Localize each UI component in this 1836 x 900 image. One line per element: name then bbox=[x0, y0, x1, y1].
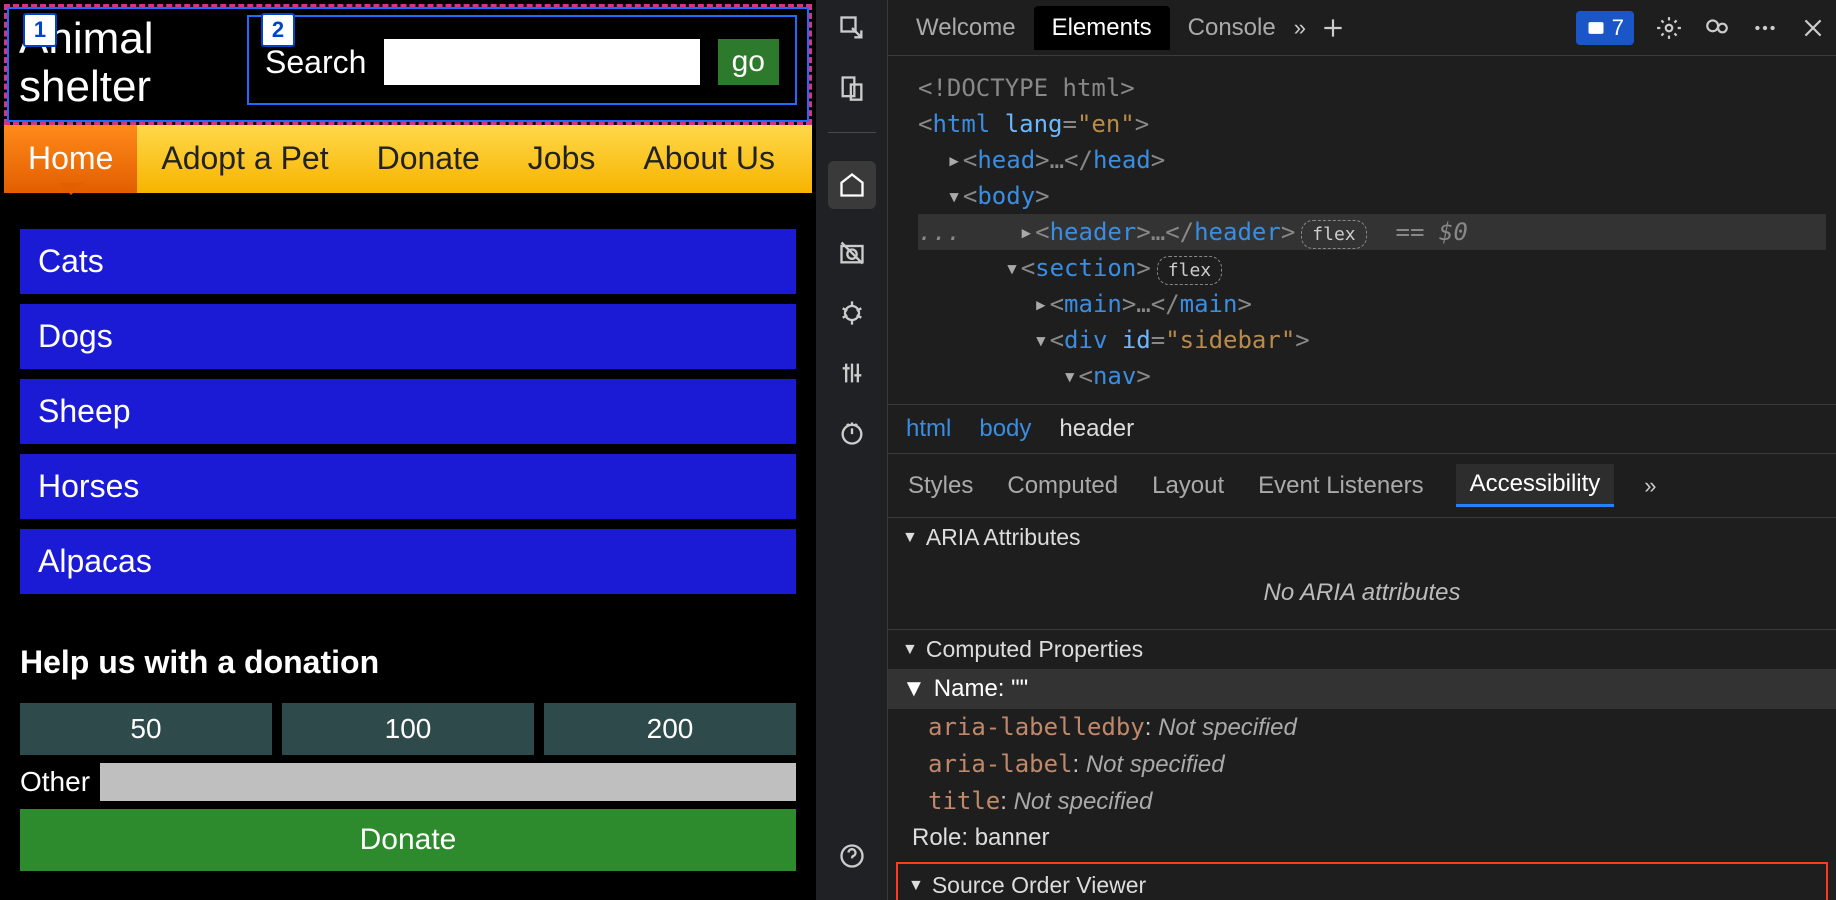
crumb-header[interactable]: header bbox=[1059, 415, 1134, 443]
search-label: Search bbox=[265, 44, 366, 81]
header-inner: Animal shelter Search go bbox=[7, 7, 809, 122]
prop-aria-labelledby: aria-labelledby: Not specified bbox=[888, 709, 1836, 746]
search-form: Search go bbox=[247, 15, 797, 105]
nav-adopt[interactable]: Adopt a Pet bbox=[137, 125, 352, 193]
search-input[interactable] bbox=[384, 39, 699, 85]
feedback-icon[interactable] bbox=[1704, 15, 1730, 41]
accessibility-panel: ▼ARIA Attributes No ARIA attributes ▼Com… bbox=[888, 518, 1836, 900]
aria-empty-text: No ARIA attributes bbox=[888, 557, 1836, 630]
source-order-viewer-highlight: ▼Source Order Viewer ✓ Show source order bbox=[896, 862, 1828, 900]
side-panel-tabs: Styles Computed Layout Event Listeners A… bbox=[888, 454, 1836, 518]
device-emulation-icon[interactable] bbox=[836, 72, 868, 104]
donation-other-label: Other bbox=[20, 766, 90, 798]
source-order-badge-1: 1 bbox=[23, 13, 57, 47]
inspect-icon[interactable] bbox=[836, 12, 868, 44]
list-item[interactable]: Cats bbox=[20, 229, 796, 294]
donation-other-input[interactable] bbox=[100, 763, 796, 801]
performance-icon[interactable] bbox=[836, 417, 868, 449]
more-icon[interactable] bbox=[1752, 15, 1778, 41]
dom-tree[interactable]: <!DOCTYPE html> <html lang="en"> ▸<head>… bbox=[888, 56, 1836, 405]
donate-button[interactable]: Donate bbox=[20, 809, 796, 871]
tab-computed[interactable]: Computed bbox=[1005, 466, 1120, 506]
dom-breadcrumb: html body header bbox=[888, 405, 1836, 454]
nav-jobs[interactable]: Jobs bbox=[504, 125, 620, 193]
rendered-page: 1 2 Animal shelter Search go Home Adopt … bbox=[0, 0, 816, 900]
devtools-activity-bar bbox=[816, 0, 888, 900]
list-item[interactable]: Horses bbox=[20, 454, 796, 519]
donation-amount-row: 50 100 200 bbox=[20, 703, 796, 755]
page-header-highlight: 1 2 Animal shelter Search go bbox=[4, 4, 812, 125]
nav-donate[interactable]: Donate bbox=[353, 125, 504, 193]
devtools-tabs: Welcome Elements Console » 7 bbox=[888, 0, 1836, 56]
more-tabs-icon[interactable]: » bbox=[1294, 15, 1306, 41]
separator bbox=[828, 132, 876, 133]
computed-name-row[interactable]: ▼Name: "" bbox=[888, 669, 1836, 709]
tab-elements[interactable]: Elements bbox=[1034, 6, 1170, 50]
prop-title: title: Not specified bbox=[888, 783, 1836, 820]
crumb-body[interactable]: body bbox=[979, 415, 1031, 443]
donation-heading: Help us with a donation bbox=[20, 644, 796, 681]
donation-other-row: Other bbox=[20, 763, 796, 801]
nav-home[interactable]: Home bbox=[4, 125, 137, 193]
tab-styles[interactable]: Styles bbox=[906, 466, 975, 506]
crumb-html[interactable]: html bbox=[906, 415, 951, 443]
list-item[interactable]: Dogs bbox=[20, 304, 796, 369]
dom-doctype: <!DOCTYPE html> bbox=[918, 74, 1135, 102]
more-panel-tabs-icon[interactable]: » bbox=[1644, 473, 1656, 499]
source-order-badge-2: 2 bbox=[261, 13, 295, 47]
source-order-viewer-section[interactable]: ▼Source Order Viewer bbox=[908, 872, 1816, 899]
list-item[interactable]: Sheep bbox=[20, 379, 796, 444]
settings-icon[interactable] bbox=[1656, 15, 1682, 41]
network-icon[interactable] bbox=[836, 357, 868, 389]
elements-tool-icon[interactable] bbox=[828, 161, 876, 209]
list-item[interactable]: Alpacas bbox=[20, 529, 796, 594]
donation-amount-button[interactable]: 50 bbox=[20, 703, 272, 755]
prop-role: Role: banner bbox=[888, 820, 1836, 856]
nav-about[interactable]: About Us bbox=[619, 125, 799, 193]
computed-properties-section[interactable]: ▼Computed Properties bbox=[902, 636, 1822, 663]
donation-amount-button[interactable]: 200 bbox=[544, 703, 796, 755]
screenshot-icon[interactable] bbox=[836, 237, 868, 269]
tab-layout[interactable]: Layout bbox=[1150, 466, 1226, 506]
donation-amount-button[interactable]: 100 bbox=[282, 703, 534, 755]
help-icon[interactable] bbox=[836, 840, 868, 872]
add-tab-icon[interactable] bbox=[1320, 15, 1346, 41]
close-icon[interactable] bbox=[1800, 15, 1826, 41]
tab-accessibility[interactable]: Accessibility bbox=[1456, 464, 1615, 507]
issues-count: 7 bbox=[1612, 15, 1624, 41]
search-go-button[interactable]: go bbox=[718, 39, 779, 85]
aria-attributes-section[interactable]: ▼ARIA Attributes bbox=[902, 524, 1822, 551]
tab-event-listeners[interactable]: Event Listeners bbox=[1256, 466, 1425, 506]
devtools-main: Welcome Elements Console » 7 bbox=[888, 0, 1836, 900]
primary-nav: Home Adopt a Pet Donate Jobs About Us bbox=[4, 125, 812, 193]
dom-selected-header[interactable]: ... ▸<header>…</header>flex == $0 bbox=[918, 214, 1826, 250]
issues-badge[interactable]: 7 bbox=[1576, 11, 1634, 45]
animal-list: Cats Dogs Sheep Horses Alpacas bbox=[20, 229, 796, 594]
tab-console[interactable]: Console bbox=[1170, 6, 1294, 50]
prop-aria-label: aria-label: Not specified bbox=[888, 746, 1836, 783]
devtools: Welcome Elements Console » 7 bbox=[816, 0, 1836, 900]
tab-welcome[interactable]: Welcome bbox=[898, 6, 1034, 50]
page-main: Cats Dogs Sheep Horses Alpacas Help us w… bbox=[0, 193, 816, 891]
bug-icon[interactable] bbox=[836, 297, 868, 329]
